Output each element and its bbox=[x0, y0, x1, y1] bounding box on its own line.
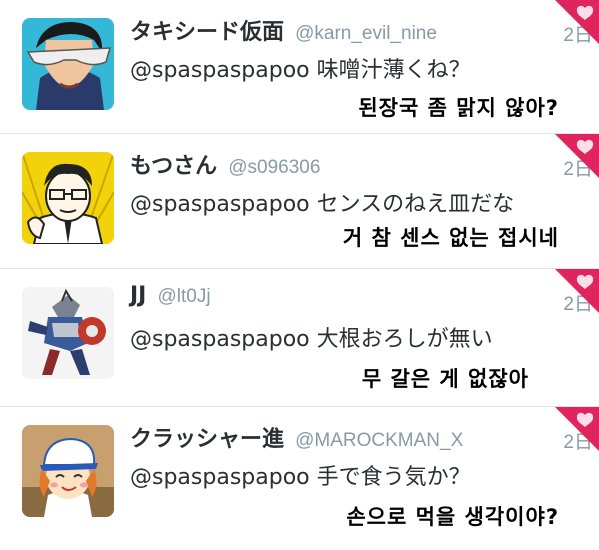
user-handle[interactable]: @MAROCKMAN_X bbox=[295, 430, 463, 451]
display-name[interactable]: JJ bbox=[130, 283, 146, 308]
mention-link[interactable]: @spaspaspapoo bbox=[130, 58, 310, 83]
tweet-body: 味噌汁薄くね？ bbox=[316, 58, 471, 83]
tweet-text: @spaspaspapoo センスのねえ皿だな bbox=[130, 186, 580, 218]
tweet-header: JJ @lt0Jj bbox=[130, 283, 575, 317]
display-name[interactable]: もつさん bbox=[130, 154, 217, 179]
avatar[interactable] bbox=[22, 18, 114, 110]
tweet-item[interactable]: クラッシャー進 @MAROCKMAN_X 2日 @spaspaspapoo 手で… bbox=[0, 407, 599, 550]
heart-icon bbox=[555, 134, 599, 178]
favorite-corner bbox=[555, 407, 599, 451]
robot-figure-avatar-icon bbox=[22, 287, 114, 379]
translation-caption: 무 갈은 게 없잖아 bbox=[361, 367, 529, 391]
avatar[interactable] bbox=[22, 425, 114, 517]
tweet-header: もつさん @s096306 bbox=[130, 148, 575, 182]
tweet-text: @spaspaspapoo 手で食う気か？ bbox=[130, 459, 580, 491]
translation-caption: 거 참 센스 없는 접시네 bbox=[342, 226, 559, 250]
user-handle[interactable]: @karn_evil_nine bbox=[295, 23, 437, 44]
favorite-corner bbox=[555, 269, 599, 313]
avatar[interactable] bbox=[22, 152, 114, 244]
user-handle[interactable]: @s096306 bbox=[228, 157, 320, 178]
display-name[interactable]: クラッシャー進 bbox=[130, 427, 284, 452]
tweet-body: 手で食う気か？ bbox=[316, 465, 471, 490]
translation-caption: 된장국 좀 맑지 않아? bbox=[358, 96, 559, 120]
tweet-text: @spaspaspapoo 大根おろしが無い bbox=[130, 321, 580, 353]
tweet-body: 大根おろしが無い bbox=[316, 327, 493, 352]
manga-man-glasses-avatar-icon bbox=[22, 152, 114, 244]
tweet-item[interactable]: タキシード仮面 @karn_evil_nine 2日 @spaspaspapoo… bbox=[0, 0, 599, 134]
favorite-corner bbox=[555, 0, 599, 44]
mention-link[interactable]: @spaspaspapoo bbox=[130, 465, 310, 490]
heart-icon bbox=[555, 407, 599, 451]
heart-icon bbox=[555, 0, 599, 44]
tweet-body: センスのねえ皿だな bbox=[316, 192, 515, 217]
mention-link[interactable]: @spaspaspapoo bbox=[130, 192, 310, 217]
tweet-item[interactable]: もつさん @s096306 2日 @spaspaspapoo センスのねえ皿だな… bbox=[0, 134, 599, 269]
tweet-text: @spaspaspapoo 味噌汁薄くね？ bbox=[130, 52, 580, 84]
favorite-corner bbox=[555, 134, 599, 178]
mention-link[interactable]: @spaspaspapoo bbox=[130, 327, 310, 352]
baseball-kid-avatar-icon bbox=[22, 425, 114, 517]
translation-caption: 손으로 먹을 생각이야? bbox=[346, 505, 559, 529]
tweet-feed: タキシード仮面 @karn_evil_nine 2日 @spaspaspapoo… bbox=[0, 0, 599, 550]
tweet-header: クラッシャー進 @MAROCKMAN_X bbox=[130, 421, 575, 455]
anime-man-sunglasses-avatar-icon bbox=[22, 18, 114, 110]
avatar[interactable] bbox=[22, 287, 114, 379]
heart-icon bbox=[555, 269, 599, 313]
user-handle[interactable]: @lt0Jj bbox=[157, 286, 210, 307]
tweet-header: タキシード仮面 @karn_evil_nine bbox=[130, 14, 575, 48]
display-name[interactable]: タキシード仮面 bbox=[130, 20, 284, 45]
tweet-item[interactable]: JJ @lt0Jj 2日 @spaspaspapoo 大根おろしが無い 무 갈은… bbox=[0, 269, 599, 407]
